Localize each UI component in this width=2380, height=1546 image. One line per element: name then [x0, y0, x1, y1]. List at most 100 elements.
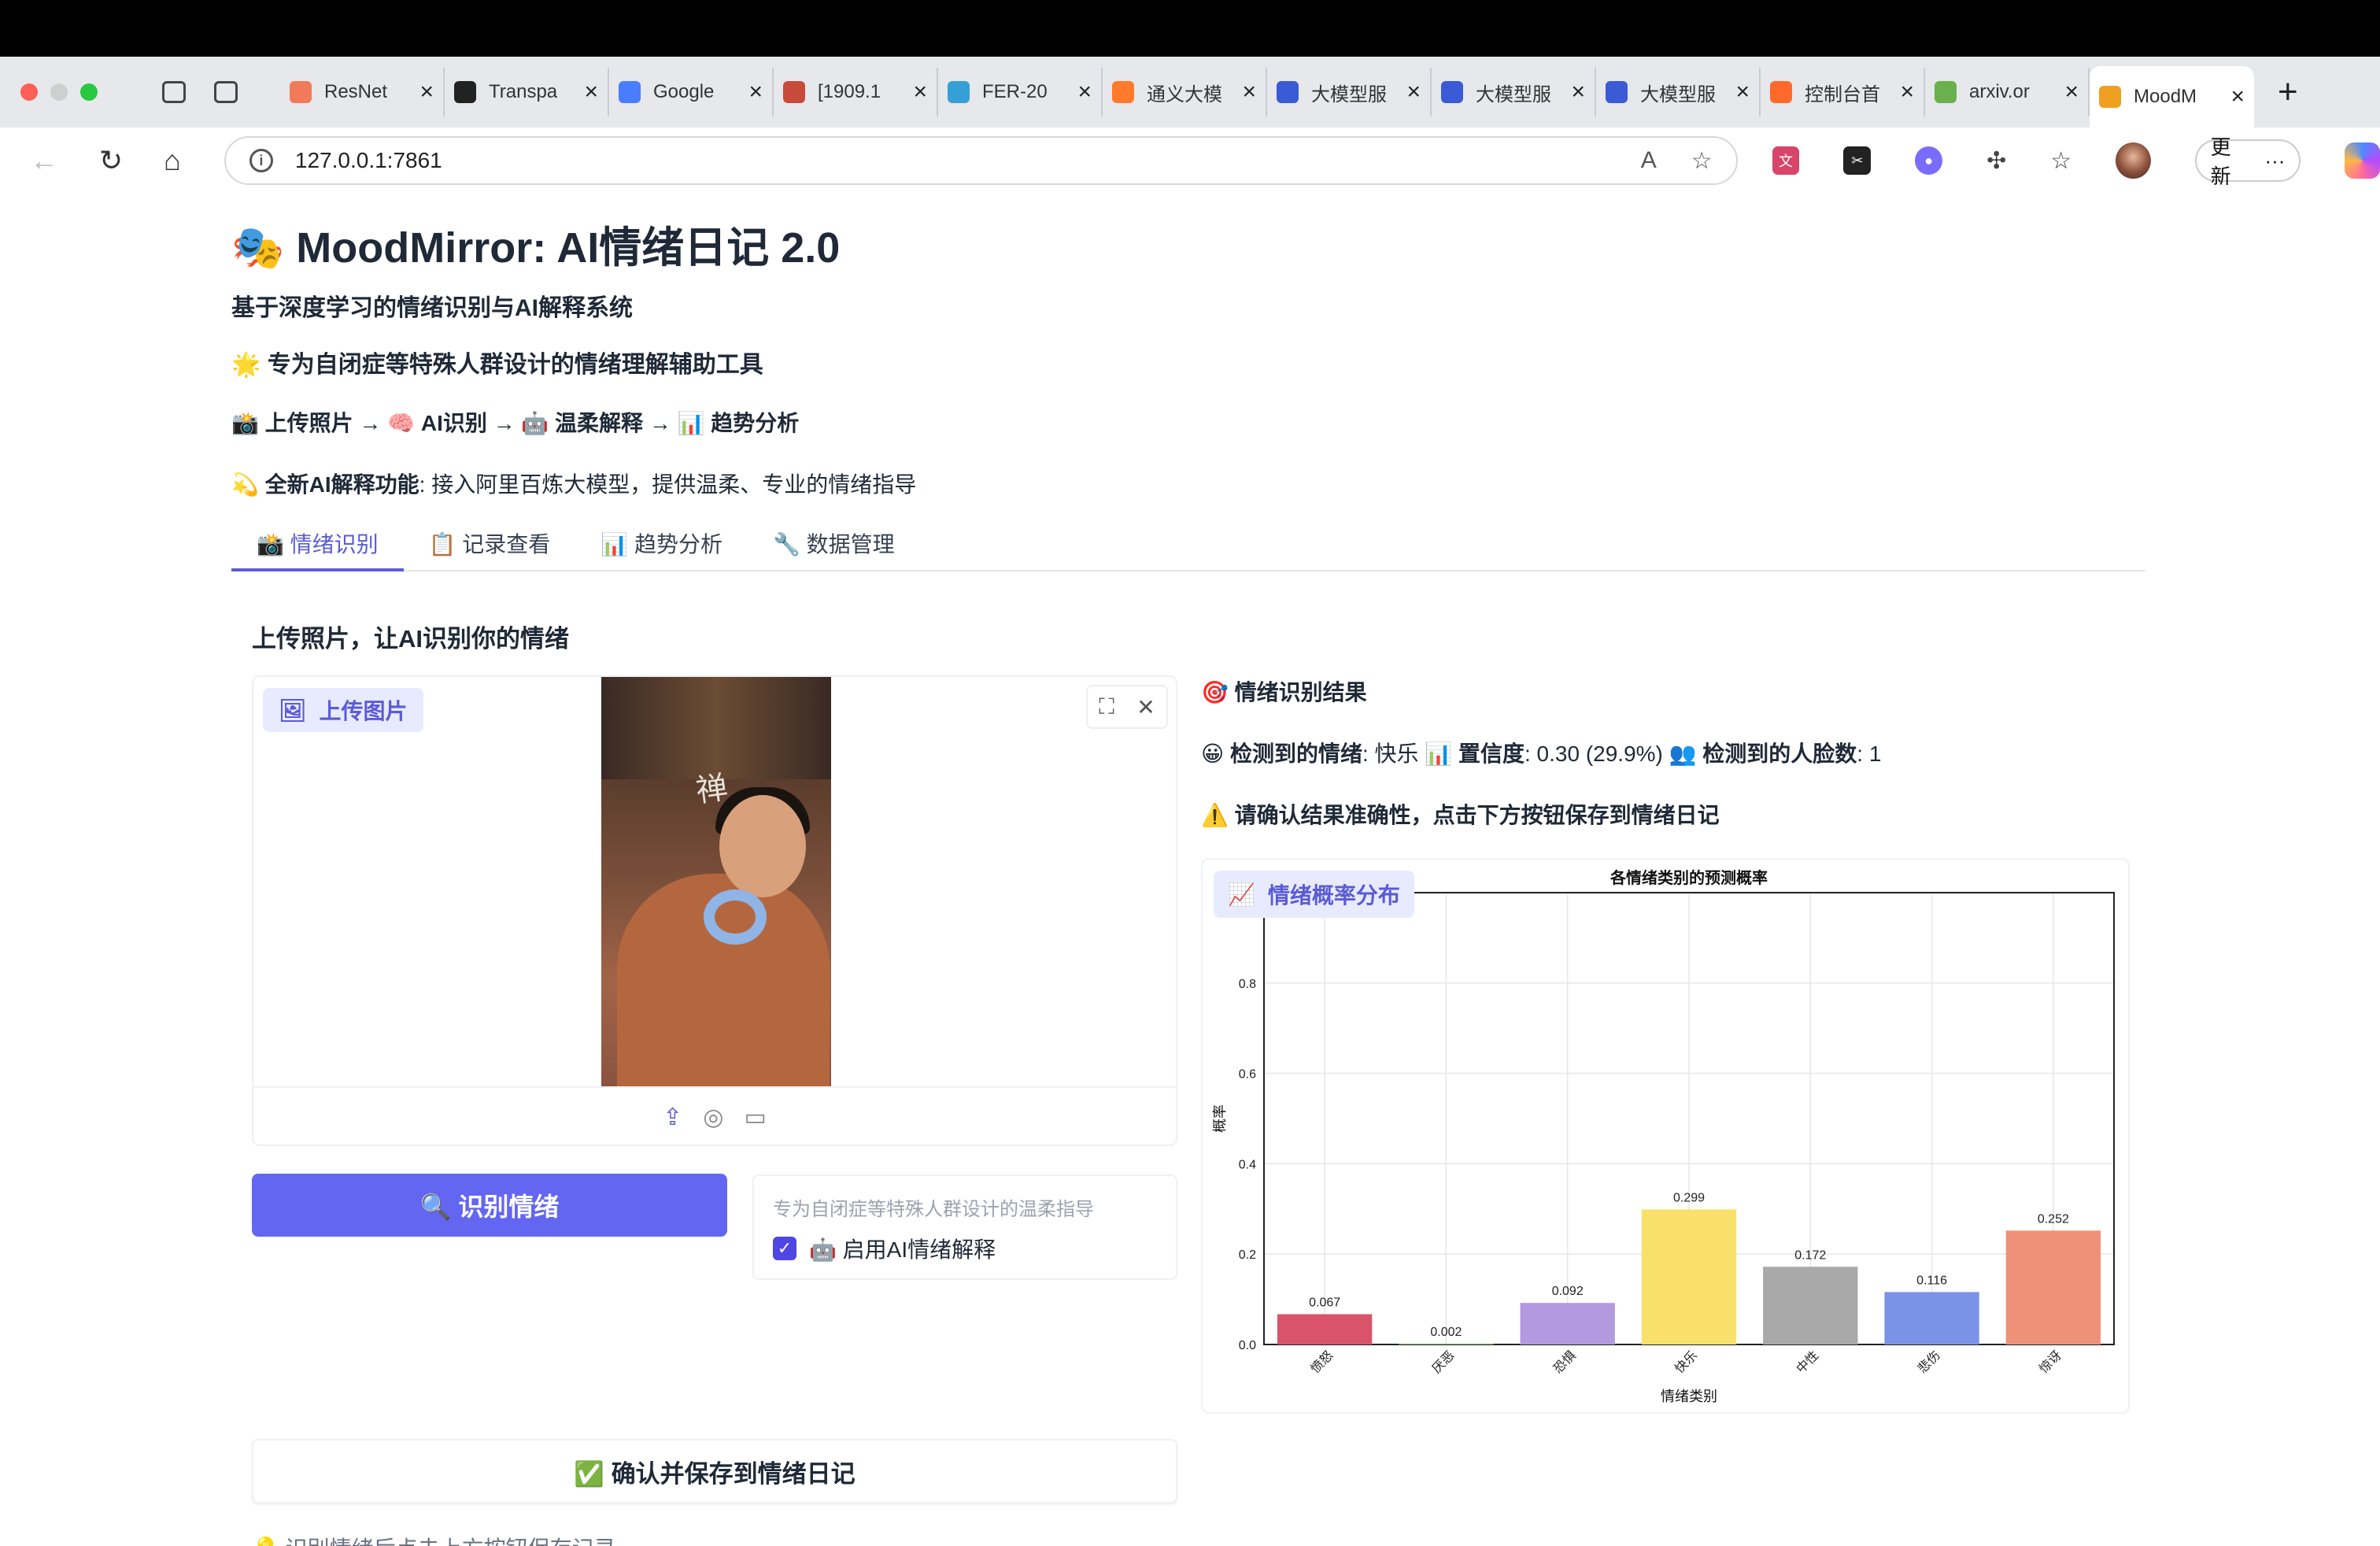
close-window-icon[interactable] [20, 83, 38, 101]
app-tagline: 🌟 专为自闭症等特殊人群设计的情绪理解辅助工具 [231, 352, 763, 378]
y-tick-label: 0.4 [1239, 1158, 1256, 1171]
arxiv-icon [1935, 81, 1957, 103]
emotion-label: 😀 检测到的情绪 [1201, 742, 1362, 766]
tab-0[interactable]: 📸 情绪识别 [231, 527, 404, 571]
faces-value: : 1 [1857, 742, 1882, 766]
reload-icon[interactable]: ↻ [99, 144, 123, 177]
browser-window: ResNet × Transpa × Google × [1909.1 × FER-20 × 通义大… [0, 0, 2380, 1546]
close-tab-icon[interactable]: × [2230, 83, 2245, 110]
browser-tab[interactable]: arxiv.or × [1925, 68, 2090, 117]
browser-tab[interactable]: 通义大模 × [1103, 68, 1267, 117]
ai-extension-icon[interactable]: ● [1915, 146, 1943, 175]
browser-tab[interactable]: 大模型服 × [1267, 68, 1432, 117]
browser-tab[interactable]: FER-20 × [938, 68, 1103, 117]
clipboard-icon[interactable]: ▭ [744, 1104, 766, 1131]
window-controls [20, 83, 162, 101]
github-icon [454, 81, 476, 103]
close-tab-icon[interactable]: × [1406, 79, 1421, 105]
fullscreen-icon[interactable]: ⛶ [1099, 694, 1114, 720]
app-title: 🎭 MoodMirror: AI情绪日记 2.0 [231, 213, 840, 275]
x-tick-label: 厌恶 [1430, 1348, 1458, 1376]
browser-tab[interactable]: [1909.1 × [774, 68, 938, 117]
browser-tab[interactable]: 大模型服 × [1596, 68, 1761, 117]
more-icon: ··· [2264, 148, 2286, 172]
close-tab-icon[interactable]: × [1571, 79, 1585, 105]
section-title: 上传照片，让AI识别你的情绪 [252, 625, 569, 653]
close-tab-icon[interactable]: × [1735, 79, 1750, 105]
vertical-tabs-icon[interactable] [214, 81, 238, 103]
browser-tab[interactable]: MoodM × [2090, 66, 2254, 128]
recognize-emotion-button[interactable]: 🔍 识别情绪 [252, 1174, 727, 1237]
bar-value-label: 0.092 [1552, 1285, 1584, 1298]
zoom-window-icon[interactable] [80, 83, 98, 101]
close-tab-icon[interactable]: × [419, 79, 434, 105]
translate-extension-icon[interactable]: 文 [1772, 146, 1800, 175]
checkbox-check-icon[interactable]: ✓ [773, 1237, 796, 1260]
bailian-icon [1441, 81, 1463, 103]
tab-actions [162, 81, 280, 103]
browser-tab-label: 大模型服 [1476, 83, 1551, 105]
x-tick-label: 愤怒 [1308, 1348, 1336, 1376]
upload-source-tools: ⇪ ◎ ▭ [253, 1086, 1176, 1146]
chart-label: 📈 情绪概率分布 [1214, 871, 1414, 918]
clear-image-icon[interactable]: ✕ [1136, 694, 1155, 720]
upload-icon[interactable]: ⇪ [663, 1104, 682, 1131]
x-tick-label: 恐惧 [1550, 1348, 1578, 1376]
bar-恐惧 [1520, 1303, 1615, 1344]
collections-icon[interactable] [162, 81, 186, 103]
close-tab-icon[interactable]: × [584, 79, 598, 105]
site-info-icon[interactable]: i [249, 149, 273, 172]
read-aloud-icon[interactable]: A [1641, 147, 1657, 174]
x-tick-label: 惊讶 [2037, 1348, 2064, 1376]
minimize-window-icon[interactable] [50, 83, 68, 101]
ai-explain-checkbox[interactable]: ✓ 🤖 启用AI情绪解释 [773, 1233, 996, 1264]
close-tab-icon[interactable]: × [913, 79, 927, 105]
faces-label: 👥 检测到的人脸数 [1669, 742, 1857, 766]
close-tab-icon[interactable]: × [1242, 79, 1256, 105]
y-tick-label: 0.0 [1239, 1339, 1256, 1352]
browser-tab[interactable]: ResNet × [280, 68, 445, 117]
browser-tab[interactable]: Transpa × [445, 68, 609, 117]
screenshot-extension-icon[interactable]: ✂ [1843, 146, 1872, 175]
bailian-icon [1606, 81, 1628, 103]
C-icon [290, 81, 312, 103]
main-tabs: 📸 情绪识别 📋 记录查看 📊 趋势分析 🔧 数据管理 [231, 527, 2145, 571]
address-bar-row: ← ↻ ⌂ i 127.0.0.1:7861 A ☆ 文 ✂ ● ✣ ☆ 更新 ·… [0, 128, 2380, 194]
bar-value-label: 0.116 [1916, 1274, 1947, 1287]
extensions: 文 ✂ ● ✣ ☆ 更新 ··· [1772, 135, 2380, 188]
tab-1[interactable]: 📋 记录查看 [404, 527, 576, 571]
browser-tab-label: [1909.1 [818, 81, 881, 102]
close-tab-icon[interactable]: × [1900, 79, 1914, 105]
home-icon[interactable]: ⌂ [164, 144, 181, 177]
bar-value-label: 0.299 [1673, 1191, 1705, 1204]
tab-2[interactable]: 📊 趋势分析 [575, 527, 748, 571]
y-axis-label: 概率 [1212, 1104, 1228, 1133]
save-to-diary-button[interactable]: ✅ 确认并保存到情绪日记 [252, 1439, 1177, 1503]
close-tab-icon[interactable]: × [748, 79, 763, 105]
x-axis-label: 情绪类别 [1661, 1389, 1717, 1404]
url-field[interactable]: i 127.0.0.1:7861 A ☆ [224, 136, 1738, 185]
browser-tab[interactable]: Google × [609, 68, 774, 117]
close-tab-icon[interactable]: × [2064, 79, 2079, 105]
tab-3[interactable]: 🔧 数据管理 [748, 527, 920, 571]
copilot-icon[interactable] [2345, 142, 2380, 179]
y-tick-label: 0.2 [1239, 1248, 1256, 1262]
extensions-puzzle-icon[interactable]: ✣ [1986, 147, 2006, 175]
favorites-icon[interactable]: ☆ [2050, 147, 2071, 175]
favorite-star-icon[interactable]: ☆ [1691, 147, 1713, 175]
webcam-icon[interactable]: ◎ [703, 1104, 723, 1131]
browser-tab[interactable]: 控制台首 × [1761, 68, 1925, 117]
new-tab-icon[interactable]: + [2278, 72, 2298, 112]
back-icon[interactable]: ← [30, 144, 58, 177]
app-title-text: MoodMirror: AI情绪日记 2.0 [296, 224, 841, 272]
image-upload-panel[interactable]: 🖼 上传图片 禅 ⛶ ✕ ⇪ ◎ ▭ [252, 675, 1177, 1146]
browser-tab-label: 通义大模 [1147, 83, 1222, 105]
nav-controls: ← ↻ ⌂ [30, 144, 224, 177]
profile-avatar[interactable] [2116, 142, 2151, 179]
browser-tab[interactable]: 大模型服 × [1432, 68, 1596, 117]
upload-label: 🖼 上传图片 [263, 688, 423, 732]
close-tab-icon[interactable]: × [1077, 79, 1092, 105]
update-button[interactable]: 更新 ··· [2194, 135, 2301, 188]
probability-chart-panel: 📈 情绪概率分布 0.0 0.2 0.4 0.6 0.8 0.067 愤怒 0.002 厌恶 0.0… [1201, 858, 2130, 1414]
browser-tabs: ResNet × Transpa × Google × [1909.1 × FER-20 × 通义大… [280, 57, 2254, 128]
